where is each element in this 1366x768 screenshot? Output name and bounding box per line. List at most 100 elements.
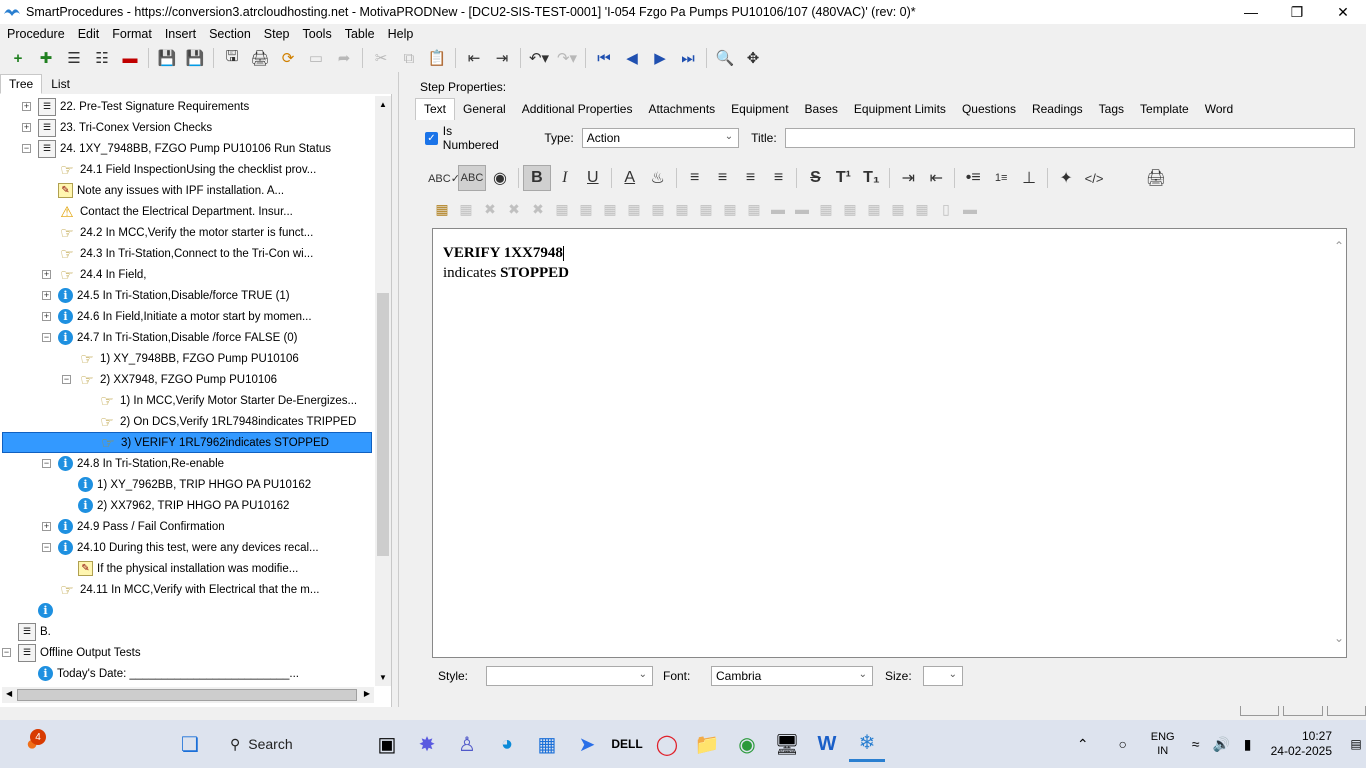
table-tool-icon[interactable]: ▦ — [574, 201, 598, 218]
menu-step[interactable]: Step — [264, 27, 290, 41]
magic-wand-icon[interactable]: ✦ — [1052, 165, 1080, 191]
tree-item[interactable]: i 2) XX7962, TRIP HHGO PA PU10162 — [2, 495, 372, 516]
menu-table[interactable]: Table — [345, 27, 375, 41]
last-icon[interactable]: ⏭ — [674, 45, 702, 71]
move-icon[interactable]: ✥ — [739, 45, 767, 71]
tree-item[interactable]: − ☰ Offline Output Tests — [2, 642, 372, 663]
file-explorer-icon[interactable]: 📁 — [689, 726, 725, 762]
first-icon[interactable]: ⏮ — [590, 45, 618, 71]
decrease-indent-icon[interactable]: ⇤ — [922, 165, 950, 191]
tree-item[interactable]: ☞ 24.1 Field InspectionUsing the checklis… — [2, 159, 372, 180]
scroll-left-icon[interactable]: ◀ — [6, 689, 12, 698]
save-all-icon[interactable]: 💾 — [153, 45, 181, 71]
collapse-icon[interactable]: − — [42, 333, 51, 342]
bullet-list-icon[interactable]: •≡ — [959, 165, 987, 191]
tree-item[interactable]: i 1) XY_7962BB, TRIP HHGO PA PU10162 — [2, 474, 372, 495]
restore-icon[interactable]: ❐ — [1274, 0, 1320, 24]
tree-item[interactable]: ☞ 1) XY_7948BB, FZGO Pump PU10106 — [2, 348, 372, 369]
table-tool-icon[interactable]: ▦ — [838, 201, 862, 218]
table-tool-icon[interactable]: ▦ — [646, 201, 670, 218]
menu-section[interactable]: Section — [209, 27, 251, 41]
tree-item[interactable]: ⚠ Contact the Electrical Department. Insu… — [2, 201, 372, 222]
bold-button[interactable]: B — [522, 165, 551, 191]
table-tool-icon[interactable]: ▦ — [886, 201, 910, 218]
step-text-editor[interactable]: VERIFY 1XX7948 indicates STOPPED ⌃ ⌄ — [432, 228, 1347, 658]
print-icon[interactable]: 🖨 — [246, 45, 274, 71]
align-left-icon[interactable]: ≡ — [681, 165, 709, 191]
opera-icon[interactable]: ◯ — [649, 726, 685, 762]
subsection-icon[interactable]: ☷ — [88, 45, 116, 71]
font-color-icon[interactable]: A — [616, 165, 644, 191]
tab-additional-properties[interactable]: Additional Properties — [514, 99, 641, 120]
size-select[interactable]: ⌄ — [923, 666, 963, 686]
chevron-up-icon[interactable]: ⌃ — [1334, 239, 1344, 253]
edge-icon[interactable]: ◕ — [489, 726, 525, 762]
copilot-icon[interactable]: ✸ — [409, 726, 445, 762]
window-icon[interactable]: ▭ — [302, 45, 330, 71]
tab-list[interactable]: List — [42, 74, 79, 94]
align-right-icon[interactable]: ≡ — [737, 165, 765, 191]
is-numbered-checkbox[interactable]: ✓ — [425, 131, 438, 145]
remote-desktop-icon[interactable]: 🖥 — [769, 726, 805, 762]
tab-template[interactable]: Template — [1132, 99, 1197, 120]
menu-tools[interactable]: Tools — [303, 27, 332, 41]
copy-icon[interactable]: ⧉ — [395, 45, 423, 71]
tree-item[interactable]: + ☰ 22. Pre-Test Signature Requirements — [2, 96, 372, 117]
tree-item[interactable]: + i 24.6 In Field,Initiate a motor start b… — [2, 306, 372, 327]
previous-icon[interactable]: ◀ — [618, 45, 646, 71]
font-select[interactable]: Cambria ⌄ — [711, 666, 873, 686]
table-tool-icon[interactable]: ✖ — [526, 201, 550, 218]
auto-spell-icon[interactable]: ABC — [458, 165, 486, 191]
table-tool-icon[interactable]: ▬ — [958, 201, 982, 217]
network-status-icon[interactable]: ○ — [1105, 726, 1141, 762]
fill-color-icon[interactable]: ♨ — [644, 165, 672, 191]
tab-word[interactable]: Word — [1197, 99, 1241, 120]
tree-item[interactable]: ☞ 24.11 In MCC,Verify with Electrical tha… — [2, 579, 372, 600]
tree-item[interactable]: − i 24.7 In Tri-Station,Disable /force FAL… — [2, 327, 372, 348]
menu-insert[interactable]: Insert — [165, 27, 196, 41]
minimize-icon[interactable]: — — [1228, 0, 1274, 24]
justify-icon[interactable]: ≡ — [765, 165, 793, 191]
table-tool-icon[interactable]: ▦ — [814, 201, 838, 218]
save-icon[interactable]: 💾 — [181, 45, 209, 71]
tab-text[interactable]: Text — [415, 98, 456, 120]
superscript-icon[interactable]: T¹ — [829, 165, 857, 191]
pane-splitter[interactable] — [398, 72, 404, 707]
volume-icon[interactable]: 🔊 — [1211, 726, 1233, 762]
tree-item[interactable]: + i 24.5 In Tri-Station,Disable/force TRUE… — [2, 285, 372, 306]
tab-tags[interactable]: Tags — [1091, 99, 1132, 120]
increase-indent-icon[interactable]: ⇥ — [894, 165, 922, 191]
tree-item[interactable]: ✎ If the physical installation was modifi… — [2, 558, 372, 579]
table-tool-icon[interactable]: ▦ — [454, 201, 478, 218]
tab-readings[interactable]: Readings — [1024, 99, 1091, 120]
table-tool-icon[interactable]: ▬ — [766, 201, 790, 217]
search-box[interactable]: ⚲ Search — [216, 727, 361, 761]
table-tool-icon[interactable]: ▦ — [694, 201, 718, 218]
hscroll-thumb[interactable] — [17, 689, 357, 701]
wifi-icon[interactable]: ≈ — [1185, 726, 1207, 762]
tree-item[interactable]: ☞ 24.2 In MCC,Verify the motor starter is… — [2, 222, 372, 243]
tree-item[interactable]: − ☰ 24. 1XY_7948BB, FZGO Pump PU10106 Run … — [2, 138, 372, 159]
tree-item[interactable]: ☞ 24.3 In Tri-Station,Connect to the Tri-… — [2, 243, 372, 264]
tab-general[interactable]: General — [455, 99, 514, 120]
section-icon[interactable]: ☰ — [60, 45, 88, 71]
notification-icon[interactable]: ▤ — [1348, 726, 1364, 762]
smartprocedures-icon[interactable]: ❄ — [849, 726, 885, 762]
battery-icon[interactable]: ▮ — [1237, 726, 1259, 762]
numbered-list-icon[interactable]: 1≡ — [987, 165, 1015, 191]
table-tool-icon[interactable]: ▦ — [598, 201, 622, 218]
tree-vertical-scrollbar[interactable]: ▲ ▼ — [375, 96, 391, 686]
tab-attachments[interactable]: Attachments — [640, 99, 723, 120]
expand-icon[interactable]: + — [42, 522, 51, 531]
table-tool-icon[interactable]: ▦ — [550, 201, 574, 218]
table-tool-icon[interactable]: ✖ — [478, 201, 502, 218]
align-center-icon[interactable]: ≡ — [709, 165, 737, 191]
table-tool-icon[interactable]: ▦ — [862, 201, 886, 218]
tree-item[interactable]: − ☞ 2) XX7948, FZGO Pump PU10106 — [2, 369, 372, 390]
table-tool-icon[interactable]: ▦ — [910, 201, 934, 218]
language-indicator[interactable]: ENG IN — [1151, 730, 1175, 758]
tree-item[interactable]: + i 24.9 Pass / Fail Confirmation — [2, 516, 372, 537]
underline-button[interactable]: U — [579, 165, 607, 191]
find-icon[interactable]: 🔍 — [711, 45, 739, 71]
subscript-icon[interactable]: T₁ — [857, 165, 885, 191]
